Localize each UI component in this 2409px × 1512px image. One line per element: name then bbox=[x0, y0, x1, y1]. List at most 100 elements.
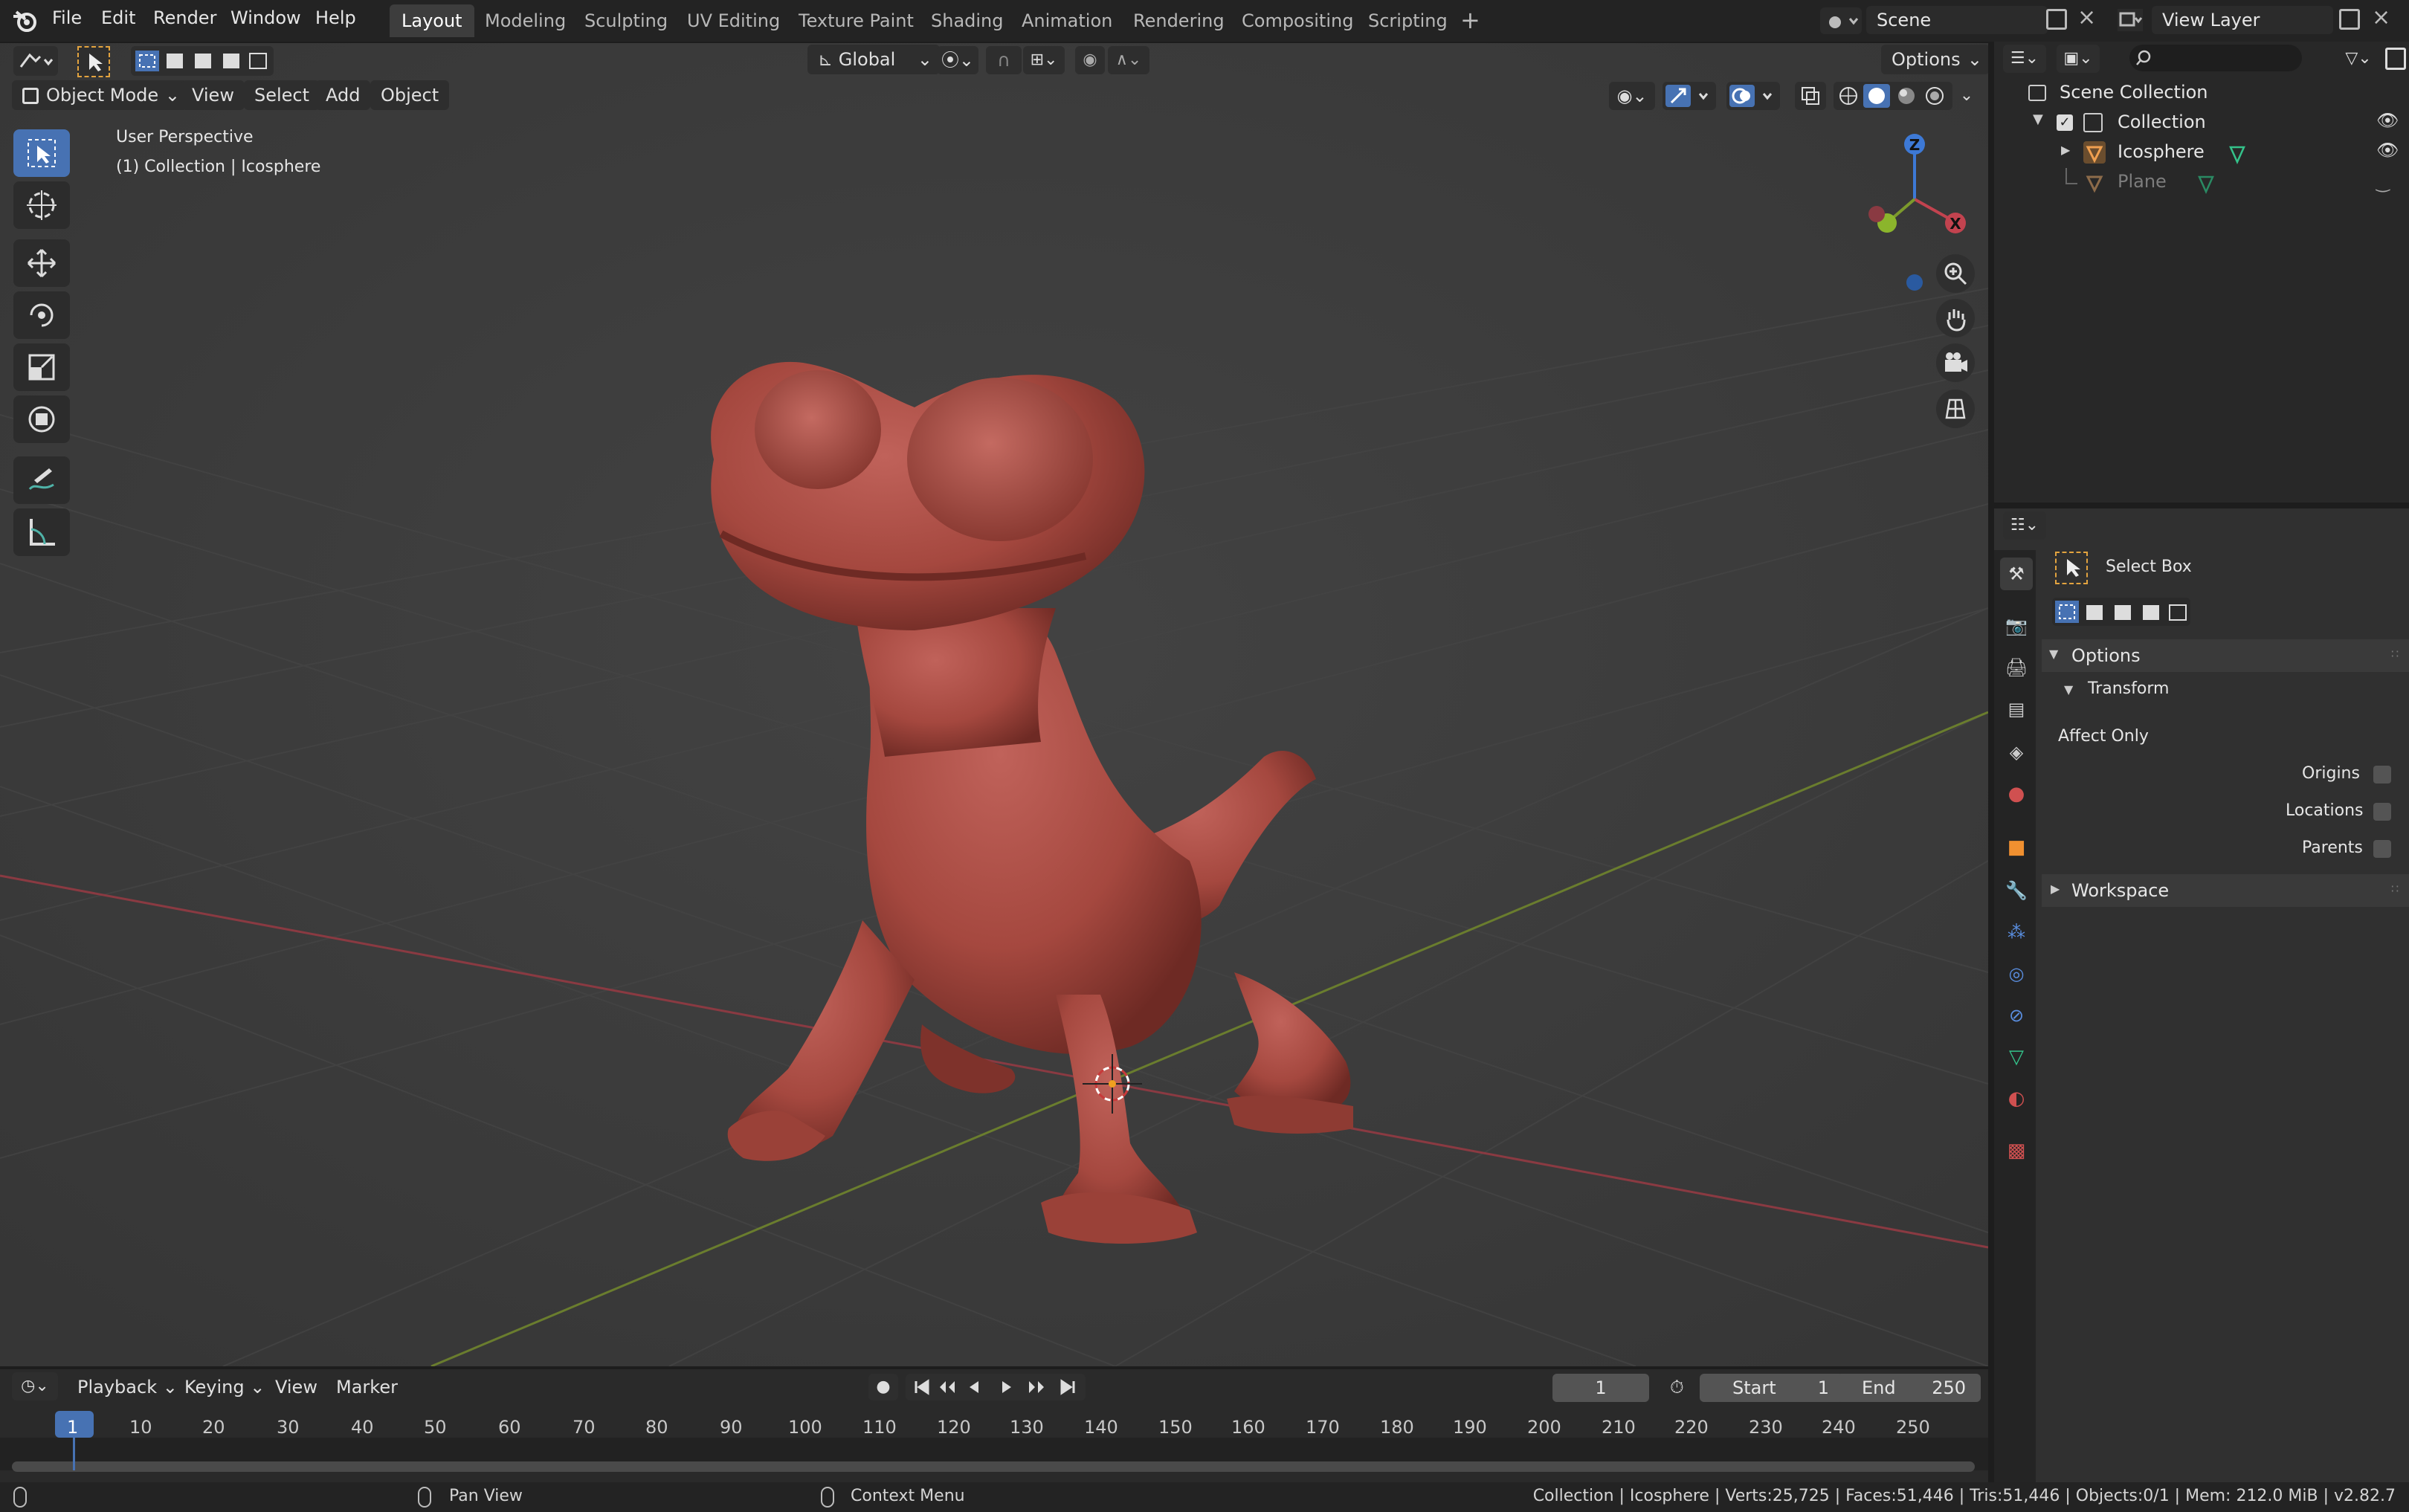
overlays-toggle-icon[interactable] bbox=[1726, 82, 1780, 110]
collection-visibility-eye-icon[interactable]: 👁 bbox=[2376, 110, 2399, 131]
gizmo-neg-x-icon[interactable] bbox=[1868, 206, 1885, 222]
proportional-edit-icon[interactable]: ◉ bbox=[1075, 46, 1105, 74]
menu-render[interactable]: Render bbox=[153, 7, 216, 28]
viewport-menu-view[interactable]: View bbox=[181, 80, 245, 110]
delete-view-layer-icon[interactable]: × bbox=[2372, 4, 2390, 30]
tab-rendering[interactable]: Rendering bbox=[1121, 4, 1236, 37]
viewport-menu-object[interactable]: Object bbox=[370, 80, 450, 110]
plane-hidden-eye-icon[interactable]: ‿ bbox=[2376, 174, 2390, 193]
properties-editor-type-icon[interactable]: ☷⌄ bbox=[2003, 511, 2046, 540]
timeline-editor-type-icon[interactable]: ◷⌄ bbox=[12, 1372, 58, 1400]
texture-tab-icon[interactable]: ▩ bbox=[2000, 1134, 2033, 1167]
gizmo-toggle-icon[interactable] bbox=[1663, 82, 1716, 110]
tab-layout[interactable]: Layout bbox=[390, 4, 474, 37]
scale-tool[interactable] bbox=[13, 343, 70, 391]
filter-icon[interactable]: ▽⌄ bbox=[2338, 45, 2379, 73]
viewport-menu-select[interactable]: Select bbox=[244, 80, 320, 110]
tab-texture-paint[interactable]: Texture Paint bbox=[787, 4, 926, 37]
rotate-tool[interactable] bbox=[13, 291, 70, 339]
cursor-tool[interactable] bbox=[13, 181, 70, 229]
editor-type-icon[interactable] bbox=[13, 46, 58, 76]
active-tool-icon[interactable] bbox=[77, 46, 110, 77]
tab-animation[interactable]: Animation bbox=[1010, 4, 1124, 37]
pan-hand-icon[interactable] bbox=[1936, 299, 1975, 337]
origins-checkbox[interactable] bbox=[2373, 766, 2391, 784]
modifier-tab-icon[interactable]: 🔧 bbox=[2000, 874, 2033, 907]
new-scene-icon[interactable] bbox=[2046, 9, 2067, 30]
collection-expand-icon[interactable]: ▼ bbox=[2033, 112, 2043, 127]
annotate-tool[interactable] bbox=[13, 456, 70, 504]
drag-handle-icon[interactable]: ∷ bbox=[2391, 882, 2399, 896]
constraints-tab-icon[interactable]: ⊘ bbox=[2000, 999, 2033, 1032]
object-tab-icon[interactable]: ■ bbox=[2000, 831, 2033, 864]
transform-orientation-dropdown[interactable]: ⊾ Global ⌄ bbox=[807, 45, 940, 74]
menu-file[interactable]: File bbox=[52, 7, 82, 28]
tab-uv-editing[interactable]: UV Editing bbox=[675, 4, 792, 37]
timeline-scrollbar[interactable] bbox=[12, 1461, 1975, 1472]
view-layer-tab-icon[interactable]: ▤ bbox=[2000, 693, 2033, 726]
workspace-panel-header[interactable]: ▶ Workspace ∷ bbox=[2042, 874, 2409, 907]
transform-tool[interactable] bbox=[13, 395, 70, 443]
render-tab-icon[interactable]: 📷 bbox=[2000, 610, 2033, 642]
tool-tab-icon[interactable]: ⚒ bbox=[2000, 558, 2033, 590]
menu-help[interactable]: Help bbox=[315, 7, 356, 28]
new-collection-icon[interactable] bbox=[2385, 48, 2406, 70]
view-layer-field[interactable]: View Layer bbox=[2152, 6, 2333, 34]
visibility-filter-icon[interactable]: ◉⌄ bbox=[1609, 82, 1655, 110]
menu-window[interactable]: Window bbox=[230, 7, 301, 28]
selection-mode-buttons[interactable] bbox=[131, 46, 274, 76]
keying-menu[interactable]: Keying ⌄ bbox=[174, 1372, 275, 1402]
parents-checkbox[interactable] bbox=[2373, 840, 2391, 858]
tab-sculpting[interactable]: Sculpting bbox=[573, 4, 680, 37]
current-frame-field[interactable]: 1 bbox=[1552, 1374, 1649, 1402]
shading-options-icon[interactable]: ⌄ bbox=[1955, 82, 1978, 110]
preview-range-icon[interactable]: ⏱ bbox=[1670, 1377, 1684, 1398]
collection-row[interactable]: ▼ ✓ Collection 👁 bbox=[1994, 109, 2409, 138]
display-mode-icon[interactable]: ▣⌄ bbox=[2057, 45, 2100, 73]
viewport-menu-add[interactable]: Add bbox=[315, 80, 371, 110]
mesh-data-tab-icon[interactable]: ▽ bbox=[2000, 1041, 2033, 1073]
record-icon[interactable]: ● bbox=[868, 1374, 898, 1400]
expand-arrow-icon[interactable]: ▶ bbox=[2061, 143, 2070, 157]
playback-controls[interactable] bbox=[906, 1374, 1086, 1400]
3d-viewport[interactable]: ⊾ Global ⌄ ⦿⌄ ∩ ⊞⌄ ◉ ∧⌄ Options ⌄ Object M… bbox=[0, 43, 1988, 1366]
end-frame-field[interactable]: End 250 bbox=[1836, 1374, 1981, 1402]
zoom-icon[interactable] bbox=[1936, 254, 1975, 293]
timeline-view-menu[interactable]: View bbox=[265, 1372, 328, 1402]
tab-modeling[interactable]: Modeling bbox=[473, 4, 578, 37]
drag-handle-icon[interactable]: ∷ bbox=[2391, 647, 2399, 661]
outliner-item-icosphere[interactable]: ▶ Icosphere 👁 bbox=[1994, 138, 2409, 168]
outliner-editor-type-icon[interactable]: ☰⌄ bbox=[2003, 45, 2046, 73]
scene-collection-row[interactable]: Scene Collection bbox=[1994, 79, 2409, 109]
scene-tab-icon[interactable]: ◈ bbox=[2000, 736, 2033, 769]
start-frame-field[interactable]: Start 1 bbox=[1700, 1374, 1844, 1402]
proportional-falloff-icon[interactable]: ∧⌄ bbox=[1108, 46, 1149, 74]
view-layer-icon[interactable] bbox=[2118, 9, 2143, 31]
scene-selector-icon[interactable] bbox=[1820, 7, 1862, 34]
outliner-search-input[interactable] bbox=[2129, 45, 2302, 71]
material-tab-icon[interactable]: ◐ bbox=[2000, 1082, 2033, 1115]
xray-toggle-icon[interactable] bbox=[1795, 82, 1826, 110]
collection-checkbox[interactable]: ✓ bbox=[2057, 114, 2073, 131]
options-panel-header[interactable]: ▼ Options ∷ bbox=[2042, 639, 2409, 672]
particles-tab-icon[interactable]: ⁂ bbox=[2000, 916, 2033, 949]
locations-checkbox[interactable] bbox=[2373, 803, 2391, 821]
shading-mode-buttons[interactable] bbox=[1834, 82, 1952, 110]
options-dropdown[interactable]: Options ⌄ bbox=[1881, 45, 1988, 74]
output-tab-icon[interactable]: 🖨 bbox=[2000, 651, 2033, 684]
measure-tool[interactable] bbox=[13, 508, 70, 556]
new-view-layer-icon[interactable] bbox=[2339, 9, 2360, 30]
delete-scene-icon[interactable]: × bbox=[2077, 4, 2096, 30]
playback-menu[interactable]: Playback ⌄ bbox=[67, 1372, 188, 1402]
perspective-toggle-icon[interactable] bbox=[1936, 390, 1975, 428]
object-mode-dropdown[interactable]: Object Mode ⌄ bbox=[12, 80, 187, 110]
marker-menu[interactable]: Marker bbox=[326, 1372, 408, 1402]
gizmo-neg-z-icon[interactable] bbox=[1906, 274, 1923, 291]
snap-toggle-icon[interactable]: ∩ bbox=[986, 46, 1022, 74]
physics-tab-icon[interactable]: ◎ bbox=[2000, 957, 2033, 990]
icosphere-visibility-eye-icon[interactable]: 👁 bbox=[2376, 140, 2399, 161]
move-tool[interactable] bbox=[13, 239, 70, 287]
tab-compositing[interactable]: Compositing bbox=[1230, 4, 1365, 37]
camera-view-icon[interactable] bbox=[1936, 343, 1975, 382]
blender-logo-icon[interactable] bbox=[12, 9, 37, 36]
